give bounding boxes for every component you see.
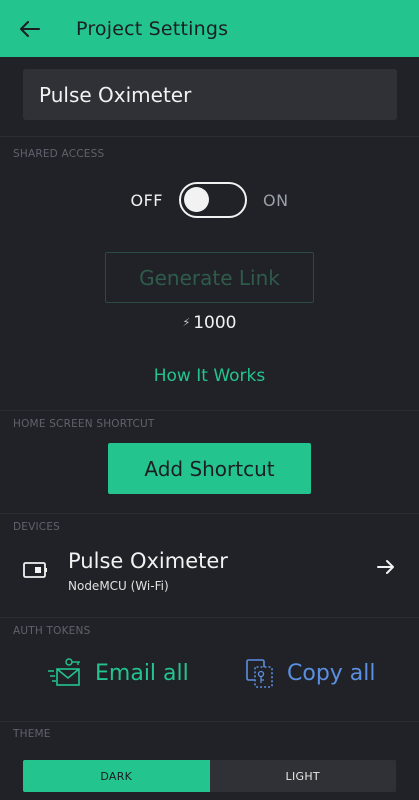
arrow-left-icon xyxy=(20,20,40,37)
toggle-on-label: ON xyxy=(262,190,289,210)
energy-cost: ⚡ 1000 xyxy=(0,313,419,333)
device-item[interactable]: Pulse Oximeter NodeMCU (Wi-Fi) xyxy=(0,543,419,603)
email-all-button[interactable]: Email all xyxy=(47,657,189,689)
device-board-icon xyxy=(23,562,47,578)
section-label-devices: DEVICES xyxy=(13,521,61,533)
theme-light-option[interactable]: LIGHT xyxy=(209,760,396,792)
page-title: Project Settings xyxy=(76,17,229,40)
copy-all-label: Copy all xyxy=(287,660,376,686)
divider xyxy=(0,136,419,137)
toggle-off-label: OFF xyxy=(130,190,163,210)
auth-tokens-row: Email all Copy all xyxy=(0,653,419,697)
how-it-works-link[interactable]: How It Works xyxy=(0,366,419,386)
project-name-field[interactable]: Pulse Oximeter xyxy=(23,69,397,120)
divider xyxy=(0,513,419,514)
generate-link-button[interactable]: Generate Link xyxy=(105,252,314,303)
back-button[interactable] xyxy=(0,0,60,57)
theme-selector: DARK LIGHT xyxy=(23,760,396,792)
section-label-auth-tokens: AUTH TOKENS xyxy=(13,625,91,637)
copy-key-icon xyxy=(246,659,273,688)
switch-knob xyxy=(183,187,209,212)
section-label-shared-access: SHARED ACCESS xyxy=(13,148,105,160)
app-header: Project Settings xyxy=(0,0,419,57)
shared-access-toggle-row: OFF ON xyxy=(0,180,419,220)
add-shortcut-button[interactable]: Add Shortcut xyxy=(108,443,311,494)
section-label-theme: THEME xyxy=(13,728,51,740)
divider xyxy=(0,721,419,722)
email-key-icon xyxy=(48,658,80,686)
energy-bolt-icon: ⚡ xyxy=(182,316,191,329)
copy-all-button[interactable]: Copy all xyxy=(245,657,376,689)
device-name: Pulse Oximeter xyxy=(68,549,228,573)
shared-access-switch[interactable] xyxy=(178,182,247,218)
divider xyxy=(0,410,419,411)
device-type: NodeMCU (Wi-Fi) xyxy=(68,579,169,593)
energy-cost-value: 1000 xyxy=(193,313,237,333)
divider xyxy=(0,617,419,618)
section-label-home-screen-shortcut: HOME SCREEN SHORTCUT xyxy=(13,418,155,430)
theme-dark-option[interactable]: DARK xyxy=(23,760,210,792)
arrow-right-icon xyxy=(377,560,394,574)
email-all-label: Email all xyxy=(95,660,189,686)
